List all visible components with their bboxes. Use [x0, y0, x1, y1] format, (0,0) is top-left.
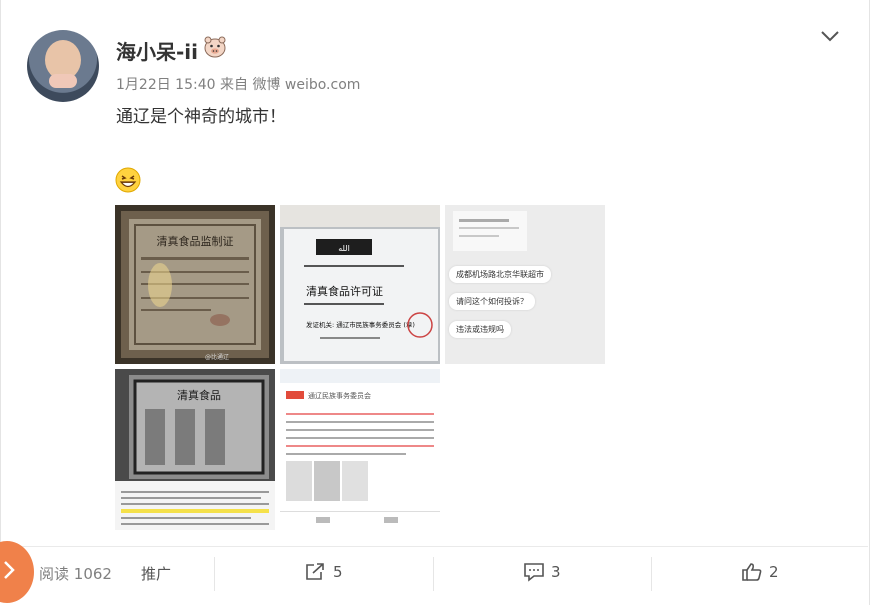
thumbs-up-icon[interactable]	[741, 562, 763, 582]
repost-icon[interactable]	[304, 562, 326, 582]
image-1-caption: 清真食品监制证	[157, 234, 234, 248]
avatar-hand	[49, 74, 77, 88]
read-count: 阅读 1062	[39, 563, 112, 584]
chat-message-3: 违法或违规吗	[449, 321, 511, 338]
chat-message-2: 请问这个如何投诉？	[449, 293, 535, 310]
read-number: 1062	[73, 565, 112, 583]
image-5-caption: 通辽民族事务委员会	[308, 391, 371, 400]
read-label: 阅读	[39, 565, 70, 583]
promote-button[interactable]: 推广	[141, 563, 171, 584]
post-text: 通辽是个神奇的城市！	[116, 107, 286, 127]
post-source[interactable]: 微博 weibo.com	[252, 77, 360, 93]
image-2-subcaption: 发证机关: 通辽市民族事务委员会 (章)	[306, 320, 415, 329]
piglet-badge-icon[interactable]	[203, 36, 227, 58]
chat-message-1: 成都机场路北京华联超市	[449, 266, 551, 283]
post-date[interactable]: 1月22日 15:40	[116, 77, 216, 93]
chevron-right-icon	[4, 561, 15, 579]
image-2-caption: 清真食品许可证	[306, 284, 383, 298]
like-count[interactable]: 2	[769, 563, 779, 581]
grinning-face-icon	[115, 167, 141, 193]
post-image-5[interactable]: 通辽民族事务委员会	[280, 369, 440, 530]
chevron-down-icon[interactable]	[819, 28, 841, 44]
comment-count[interactable]: 3	[551, 563, 561, 581]
post-image-2[interactable]: الله 清真食品许可证 发证机关: 通辽市民族事务委员会 (章)	[280, 205, 440, 364]
image-4-caption: 清真食品	[177, 388, 221, 402]
comment-icon[interactable]	[523, 562, 545, 582]
post-image-4[interactable]: 清真食品	[115, 369, 275, 530]
post-footer	[0, 546, 868, 606]
avatar[interactable]	[27, 30, 99, 102]
source-prefix: 来自	[219, 77, 248, 93]
post-image-3[interactable]: 成都机场路北京华联超市 请问这个如何投诉？ 违法或违规吗	[445, 205, 605, 364]
footer-divider	[651, 557, 652, 591]
username[interactable]: 海小呆-ii	[116, 36, 198, 65]
post-image-1[interactable]: 清真食品监制证 @比通辽	[115, 205, 275, 364]
post-meta: 1月22日 15:40 来自 微博 weibo.com	[116, 74, 360, 94]
svg-text:الله: الله	[338, 244, 350, 253]
image-1-watermark: @比通辽	[205, 353, 229, 361]
repost-count[interactable]: 5	[333, 563, 343, 581]
footer-divider	[214, 557, 215, 591]
footer-divider	[433, 557, 434, 591]
